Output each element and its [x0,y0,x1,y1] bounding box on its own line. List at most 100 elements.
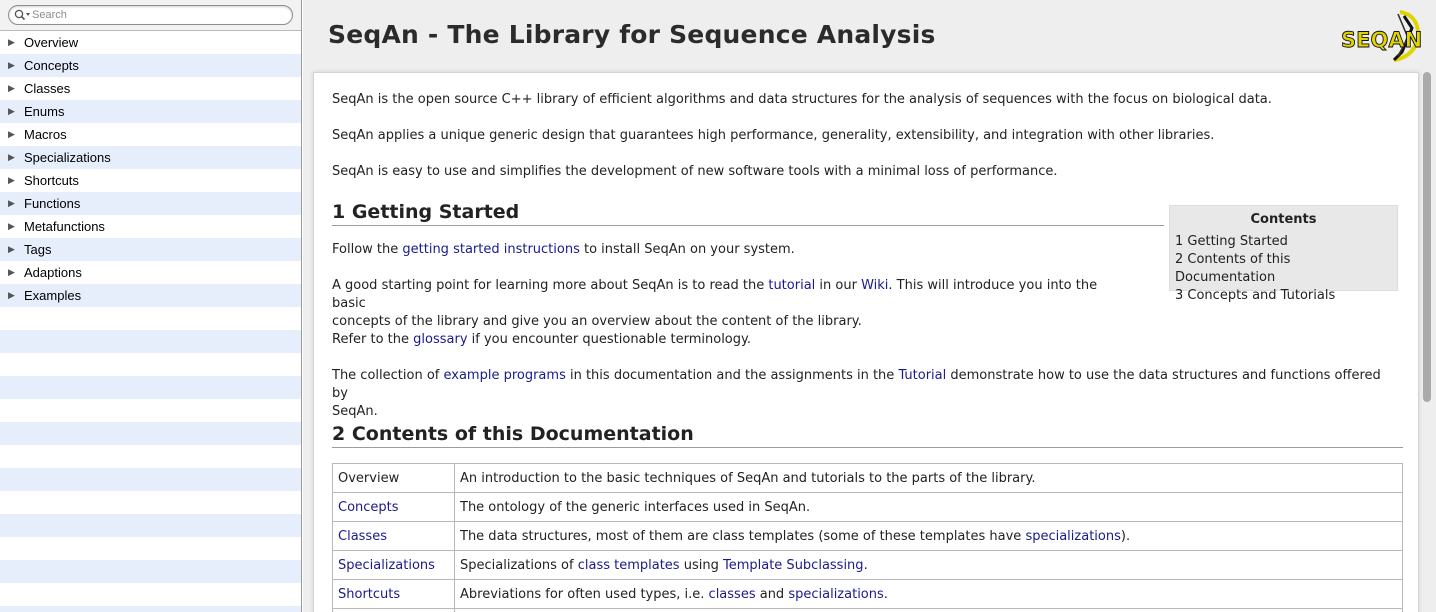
expand-triangle-icon[interactable]: ▶ [8,129,24,140]
row-name [332,608,455,612]
shortcuts-link[interactable]: Shortcuts [338,587,400,602]
text: using [679,557,723,573]
expand-triangle-icon[interactable]: ▶ [8,83,24,94]
getting-started-paragraph-2: A good starting point for learning more … [332,277,1132,331]
tutorial-link-2[interactable]: Tutorial [898,368,946,383]
text: concepts of the library and give you an … [332,314,862,329]
row-name: Overview [332,463,455,493]
getting-started-paragraph-1: Follow the getting started instructions … [332,241,795,259]
text: The collection of [332,368,444,383]
concepts-link[interactable]: Concepts [338,500,399,515]
sidebar-item-functions[interactable]: ▶ Functions [0,192,301,215]
sidebar-item-examples[interactable]: ▶ Examples [0,284,301,307]
sidebar-item-metafunctions[interactable]: ▶ Metafunctions [0,215,301,238]
sidebar-item-adaptions[interactable]: ▶ Adaptions [0,261,301,284]
expand-triangle-icon[interactable]: ▶ [8,37,24,48]
sidebar-item-label: Examples [24,288,82,303]
sidebar-item-label: Functions [24,196,81,211]
expand-triangle-icon[interactable]: ▶ [8,244,24,255]
specializations-inline-link[interactable]: specializations [788,587,883,602]
sidebar-item-macros[interactable]: ▶ Macros [0,123,301,146]
table-row: Classes The data structures, most of the… [332,521,1403,551]
search-input[interactable] [32,7,287,23]
text: . [883,586,888,602]
section-heading-contents: 2 Contents of this Documentation [332,423,1403,448]
template-subclassing-link[interactable]: Template Subclassing [723,558,864,573]
text: Specializations of [460,557,578,573]
row-description [454,608,1403,612]
glossary-link[interactable]: glossary [413,332,467,347]
sidebar-item-label: Adaptions [24,265,82,280]
table-row: Shortcuts Abreviations for often used ty… [332,579,1403,609]
intro-paragraph-3: SeqAn is easy to use and simplifies the … [332,164,1058,179]
wiki-link[interactable]: Wiki [861,278,888,293]
text: SeqAn. [332,404,378,419]
text: if you encounter questionable terminolog… [467,332,751,347]
row-description: The data structures, most of them are cl… [454,521,1403,551]
sidebar-item-label: Enums [24,104,65,119]
sidebar-item-tags[interactable]: ▶ Tags [0,238,301,261]
toc-item-concepts-tutorials[interactable]: 3 Concepts and Tutorials [1175,287,1392,305]
sidebar-item-label: Metafunctions [24,219,105,234]
sidebar-item-label: Tags [24,242,52,257]
expand-triangle-icon[interactable]: ▶ [8,152,24,163]
sidebar-item-enums[interactable]: ▶ Enums [0,100,301,123]
text: to install SeqAn on your system. [579,242,795,257]
sidebar-item-label: Macros [24,127,67,142]
row-description: Specializations of class templates using… [454,550,1403,580]
class-templates-link[interactable]: class templates [578,558,680,573]
page-title: SeqAn - The Library for Sequence Analysi… [328,20,936,49]
sidebar-item-overview[interactable]: ▶ Overview [0,31,301,54]
text: ). [1120,528,1131,544]
row-description: The ontology of the generic interfaces u… [454,492,1403,522]
main-panel: SeqAn - The Library for Sequence Analysi… [303,0,1436,612]
expand-triangle-icon[interactable]: ▶ [8,175,24,186]
intro-paragraph-2: SeqAn applies a unique generic design th… [332,128,1215,143]
classes-inline-link[interactable]: classes [709,587,756,602]
nav-list: ▶ Overview ▶ Concepts ▶ Classes ▶ Enums ▶ Mac… [0,31,301,307]
text: in our [815,278,862,293]
expand-triangle-icon[interactable]: ▶ [8,106,24,117]
search-box[interactable] [8,5,293,25]
example-programs-link[interactable]: example programs [443,368,565,383]
table-row: Overview An introduction to the basic te… [332,463,1403,493]
expand-triangle-icon[interactable]: ▶ [8,60,24,71]
row-description: Abreviations for often used types, i.e. … [454,579,1403,609]
expand-triangle-icon[interactable]: ▶ [8,267,24,278]
table-row: Specializations Specializations of class… [332,550,1403,580]
table-row [332,608,1403,612]
toc-item-getting-started[interactable]: 1 Getting Started [1175,233,1392,251]
seqan-logo: SEQAN [1341,10,1422,62]
row-name: Specializations [332,550,455,580]
svg-text:SEQAN: SEQAN [1341,28,1422,52]
text: Follow the [332,242,403,257]
sidebar-item-specializations[interactable]: ▶ Specializations [0,146,301,169]
sidebar-item-classes[interactable]: ▶ Classes [0,77,301,100]
intro-paragraph-1: SeqAn is the open source C++ library of … [332,92,1272,107]
search-bar [0,0,301,31]
row-name: Shortcuts [332,579,455,609]
toc-title: Contents [1250,212,1317,227]
expand-triangle-icon[interactable]: ▶ [8,221,24,232]
table-of-contents: Contents 1 Getting Started 2 Contents of… [1169,205,1398,303]
expand-triangle-icon[interactable]: ▶ [8,198,24,209]
specializations-row-link[interactable]: Specializations [338,558,435,573]
specializations-link[interactable]: specializations [1025,529,1120,544]
sidebar-item-label: Concepts [24,58,79,73]
text: The data structures, most of them are cl… [460,528,1026,544]
text: Refer to the [332,332,414,347]
sidebar-item-concepts[interactable]: ▶ Concepts [0,54,301,77]
text: . [863,557,868,573]
sidebar: ▶Overview ▶Concepts ▶Classes ▶Enums ▶Mac… [0,0,302,612]
sidebar-item-label: Classes [24,81,71,96]
expand-triangle-icon[interactable]: ▶ [8,290,24,301]
tutorial-link[interactable]: tutorial [768,278,815,293]
vertical-scrollbar[interactable] [1423,72,1431,402]
sidebar-item-shortcuts[interactable]: ▶ Shortcuts [0,169,301,192]
row-name: Classes [332,521,455,551]
text: and [755,586,789,602]
section-heading-getting-started: 1 Getting Started [332,201,1164,226]
classes-link[interactable]: Classes [338,529,387,544]
getting-started-link[interactable]: getting started instructions [402,242,579,257]
toc-item-contents[interactable]: 2 Contents of this Documentation [1175,251,1392,287]
